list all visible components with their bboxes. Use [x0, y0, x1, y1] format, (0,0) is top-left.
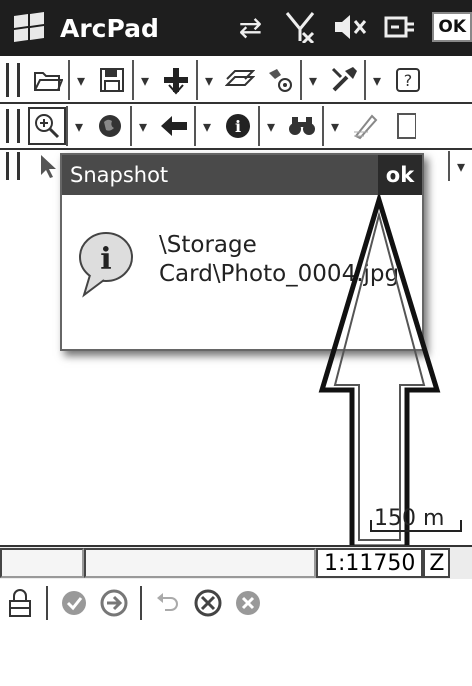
identify-icon[interactable]: i	[218, 106, 258, 146]
tools-icon[interactable]	[324, 60, 364, 100]
bottom-toolbar	[0, 579, 472, 627]
windows-logo-icon[interactable]	[12, 12, 46, 43]
toolbar-main: ▾ ▾ ▾ ▾ ▾ ?	[0, 58, 472, 104]
app-title: ArcPad	[60, 13, 159, 43]
snapshot-dialog: Snapshot ok i \Storage Card\Photo_0004.j…	[60, 153, 424, 351]
add-layer-icon[interactable]	[156, 60, 196, 100]
help-icon[interactable]: ?	[388, 60, 428, 100]
volume-mute-icon[interactable]	[332, 8, 368, 46]
bottom-separator	[140, 586, 142, 620]
delete-icon[interactable]	[228, 583, 268, 623]
cancel-icon[interactable]	[188, 583, 228, 623]
find-icon[interactable]	[282, 106, 322, 146]
message-line-2: Card\Photo_0004.jpg	[159, 261, 400, 287]
save-dropdown[interactable]: ▾	[132, 60, 156, 100]
status-icons: ⇄ OK	[232, 8, 472, 46]
edit-icon[interactable]	[346, 106, 386, 146]
dialog-body: i \Storage Card\Photo_0004.jpg	[62, 195, 422, 345]
dialog-message: \Storage Card\Photo_0004.jpg	[159, 231, 409, 289]
dialog-ok-button[interactable]: ok	[378, 155, 422, 195]
toolbar-navigation: ▾ ▾ ▾ i ▾ ▾	[0, 104, 472, 150]
title-ok-button[interactable]: OK	[432, 12, 472, 42]
layers-icon[interactable]	[220, 60, 260, 100]
find-dropdown[interactable]: ▾	[322, 106, 346, 146]
status-cell-1	[0, 548, 84, 578]
info-icon: i	[76, 227, 136, 299]
scale-bar-tick-left	[370, 520, 372, 532]
status-bar: 1:11750 Z	[0, 545, 472, 581]
bottom-separator	[46, 586, 48, 620]
message-line-1: \Storage	[159, 232, 257, 258]
gps-icon[interactable]	[260, 60, 300, 100]
open-folder-icon[interactable]	[28, 60, 68, 100]
svg-text:i: i	[235, 117, 241, 136]
signal-off-icon[interactable]	[282, 8, 318, 46]
lock-icon[interactable]	[0, 583, 40, 623]
scale-readout[interactable]: 1:11750	[316, 548, 424, 578]
add-layer-dropdown[interactable]: ▾	[196, 60, 220, 100]
connectivity-icon[interactable]: ⇄	[232, 8, 268, 46]
status-cell-2	[84, 548, 316, 578]
back-dropdown[interactable]: ▾	[194, 106, 218, 146]
edit-dropdown[interactable]: ▾	[448, 151, 472, 181]
gps-dropdown[interactable]: ▾	[300, 60, 324, 100]
scale-bar-label: 150 m	[374, 506, 445, 531]
zoom-in-icon[interactable]	[28, 107, 66, 145]
toolbar-grip[interactable]	[6, 152, 20, 180]
gps-position-icon[interactable]	[54, 583, 94, 623]
toolbar-grip[interactable]	[6, 109, 20, 143]
undo-icon[interactable]	[148, 583, 188, 623]
globe-dropdown[interactable]: ▾	[130, 106, 154, 146]
svg-text:?: ?	[404, 71, 413, 90]
dialog-header: Snapshot ok	[62, 155, 422, 195]
scale-bar-tick-right	[460, 520, 462, 532]
save-icon[interactable]	[92, 60, 132, 100]
tools-dropdown[interactable]: ▾	[364, 60, 388, 100]
gps-navigate-icon[interactable]	[94, 583, 134, 623]
open-dropdown[interactable]: ▾	[68, 60, 92, 100]
scale-bar	[370, 530, 462, 532]
back-arrow-icon[interactable]	[154, 106, 194, 146]
preview-icon[interactable]	[386, 106, 426, 146]
globe-icon[interactable]	[90, 106, 130, 146]
zoom-dropdown[interactable]: ▾	[66, 106, 90, 146]
title-bar: ArcPad ⇄ OK	[0, 0, 472, 56]
identify-dropdown[interactable]: ▾	[258, 106, 282, 146]
power-icon[interactable]	[382, 8, 418, 46]
svg-text:i: i	[100, 242, 111, 277]
z-readout: Z	[423, 548, 451, 578]
dialog-title: Snapshot	[70, 163, 169, 187]
toolbar-grip[interactable]	[6, 63, 20, 97]
